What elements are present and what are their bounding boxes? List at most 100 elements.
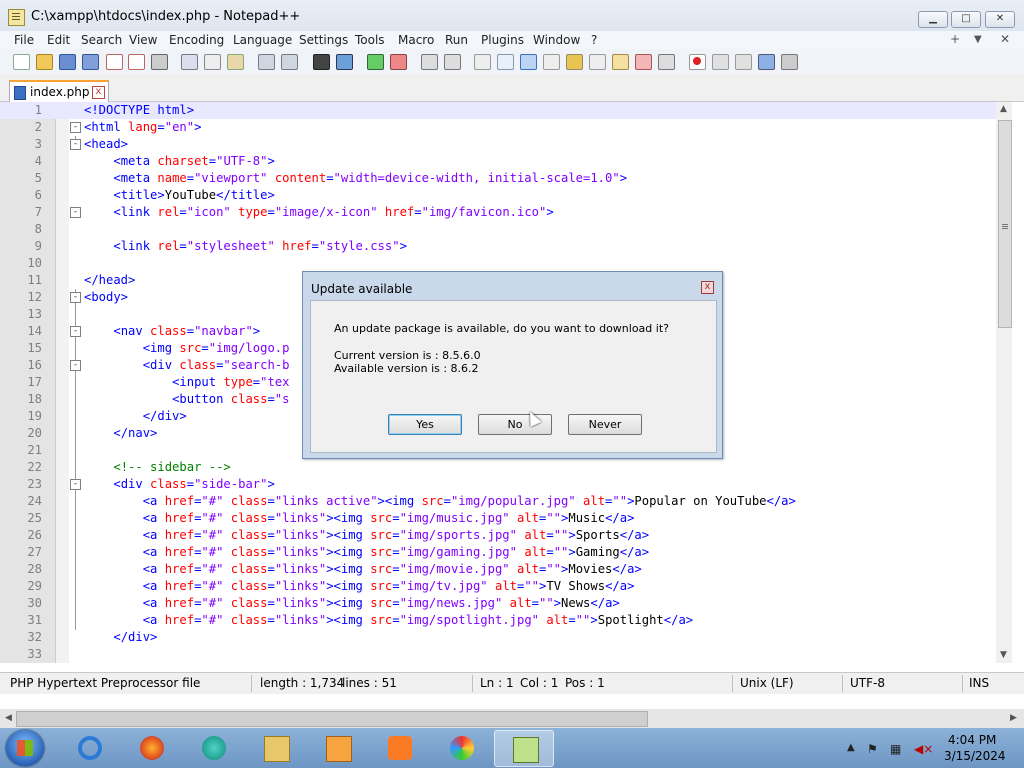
fold-toggle-icon[interactable]: - — [70, 292, 81, 303]
menu-encoding[interactable]: Encoding — [169, 33, 224, 47]
paste-icon[interactable] — [227, 54, 244, 70]
menu-macro[interactable]: Macro — [398, 33, 434, 47]
code-line[interactable]: 8 — [0, 221, 996, 238]
cut-icon[interactable] — [181, 54, 198, 70]
close-all-icon[interactable] — [128, 54, 145, 70]
menu-run[interactable]: Run — [445, 33, 468, 47]
sync-horizontal-icon[interactable] — [444, 54, 461, 70]
taskbar-xampp[interactable] — [370, 730, 428, 765]
code-line[interactable]: 7 - <link rel="icon" type="image/x-icon" … — [0, 204, 996, 221]
tab-index-php[interactable]: index.php x — [9, 80, 109, 103]
word-wrap-icon[interactable] — [474, 54, 491, 70]
code-line[interactable]: 32 </div> — [0, 629, 996, 646]
never-button[interactable]: Never — [568, 414, 642, 435]
maximize-button[interactable]: □ — [951, 11, 981, 28]
undo-icon[interactable] — [258, 54, 275, 70]
code-line[interactable]: 25 <a href="#" class="links"><img src="i… — [0, 510, 996, 527]
play-macro-icon[interactable] — [735, 54, 752, 70]
menu-search[interactable]: Search — [81, 33, 122, 47]
zoom-out-icon[interactable] — [390, 54, 407, 70]
code-line[interactable]: 10 — [0, 255, 996, 272]
menu-plugins[interactable]: Plugins — [481, 33, 524, 47]
eye-icon[interactable] — [658, 54, 675, 70]
function-list-icon[interactable] — [589, 54, 606, 70]
code-line[interactable]: 31 <a href="#" class="links"><img src="i… — [0, 612, 996, 629]
code-line[interactable]: 2 - <html lang="en"> — [0, 119, 996, 136]
scroll-left-icon[interactable]: ◀ — [5, 713, 12, 723]
horizontal-scrollbar[interactable]: ◀ ▶ — [0, 709, 1024, 728]
fold-toggle-icon[interactable]: - — [70, 360, 81, 371]
code-line[interactable]: 22 <!-- sidebar --> — [0, 459, 996, 476]
no-button[interactable]: No — [478, 414, 552, 435]
clock-time[interactable]: 4:04 PM — [948, 733, 996, 747]
fold-toggle-icon[interactable]: - — [70, 326, 81, 337]
menu-language[interactable]: Language — [233, 33, 292, 47]
taskbar-paint[interactable] — [432, 730, 490, 765]
menu-edit[interactable]: Edit — [47, 33, 70, 47]
volume-muted-icon[interactable]: ◀× — [914, 742, 933, 756]
indent-guide-icon[interactable] — [520, 54, 537, 70]
fold-toggle-icon[interactable]: - — [70, 207, 81, 218]
code-line[interactable]: 5 <meta name="viewport" content="width=d… — [0, 170, 996, 187]
new-tab-button[interactable]: + — [950, 32, 960, 46]
find-icon[interactable] — [313, 54, 330, 70]
document-map-icon[interactable] — [566, 54, 583, 70]
menu-window[interactable]: Window — [533, 33, 580, 47]
code-line[interactable]: 27 <a href="#" class="links"><img src="i… — [0, 544, 996, 561]
scroll-up-icon[interactable]: ▲ — [1000, 104, 1007, 114]
code-line[interactable]: 9 <link rel="stylesheet" href="style.css… — [0, 238, 996, 255]
minimize-button[interactable]: ▁ — [918, 11, 948, 28]
code-line[interactable]: 30 <a href="#" class="links"><img src="i… — [0, 595, 996, 612]
fold-toggle-icon[interactable]: - — [70, 479, 81, 490]
taskbar-firefox[interactable] — [122, 730, 180, 765]
code-line[interactable]: 26 <a href="#" class="links"><img src="i… — [0, 527, 996, 544]
scroll-down-icon[interactable]: ▼ — [1000, 650, 1007, 660]
zoom-in-icon[interactable] — [367, 54, 384, 70]
open-file-icon[interactable] — [36, 54, 53, 70]
close-icon[interactable] — [106, 54, 123, 70]
fold-toggle-icon[interactable]: - — [70, 122, 81, 133]
flag-icon[interactable]: ⚑ — [867, 742, 878, 756]
save-icon[interactable] — [59, 54, 76, 70]
code-line[interactable]: 3 - <head> — [0, 136, 996, 153]
horizontal-scroll-thumb[interactable] — [16, 711, 648, 727]
code-line[interactable]: 28 <a href="#" class="links"><img src="i… — [0, 561, 996, 578]
taskbar-media-player[interactable] — [308, 730, 366, 765]
sync-vertical-icon[interactable] — [421, 54, 438, 70]
start-button[interactable] — [6, 730, 44, 766]
stop-macro-icon[interactable] — [712, 54, 729, 70]
code-line[interactable]: 1 <!DOCTYPE html> — [0, 102, 996, 119]
scroll-thumb[interactable] — [998, 120, 1012, 328]
save-all-icon[interactable] — [82, 54, 99, 70]
new-file-icon[interactable] — [13, 54, 30, 70]
menu-tools[interactable]: Tools — [355, 33, 385, 47]
yes-button[interactable]: Yes — [388, 414, 462, 435]
close-document-button[interactable]: ✕ — [1000, 32, 1010, 46]
code-line[interactable]: 29 <a href="#" class="links"><img src="i… — [0, 578, 996, 595]
monitoring-icon[interactable] — [635, 54, 652, 70]
copy-icon[interactable] — [204, 54, 221, 70]
user-defined-language-icon[interactable] — [543, 54, 560, 70]
code-line[interactable]: 33 — [0, 646, 996, 663]
replace-icon[interactable] — [336, 54, 353, 70]
code-line[interactable]: 6 <title>YouTube</title> — [0, 187, 996, 204]
fold-toggle-icon[interactable]: - — [70, 139, 81, 150]
menu-help[interactable]: ? — [591, 33, 597, 47]
close-button[interactable]: ✕ — [985, 11, 1015, 28]
tab-list-button[interactable]: ▼ — [974, 34, 982, 45]
show-all-characters-icon[interactable] — [497, 54, 514, 70]
menu-view[interactable]: View — [129, 33, 157, 47]
vertical-scrollbar[interactable]: ▲ ▼ — [996, 102, 1012, 663]
clock-date[interactable]: 3/15/2024 — [944, 749, 1006, 763]
taskbar-chat-app[interactable] — [184, 730, 242, 765]
folder-as-workspace-icon[interactable] — [612, 54, 629, 70]
dialog-close-icon[interactable]: x — [701, 281, 714, 294]
tab-close-icon[interactable]: x — [92, 86, 105, 99]
taskbar-file-explorer[interactable] — [246, 730, 304, 765]
menu-settings[interactable]: Settings — [299, 33, 348, 47]
network-icon[interactable]: ▦ — [890, 742, 901, 756]
code-line[interactable]: 23 - <div class="side-bar"> — [0, 476, 996, 493]
taskbar-internet-explorer[interactable] — [60, 730, 118, 765]
show-hidden-icons-icon[interactable]: ▲ — [847, 742, 855, 753]
record-macro-icon[interactable] — [689, 54, 706, 70]
